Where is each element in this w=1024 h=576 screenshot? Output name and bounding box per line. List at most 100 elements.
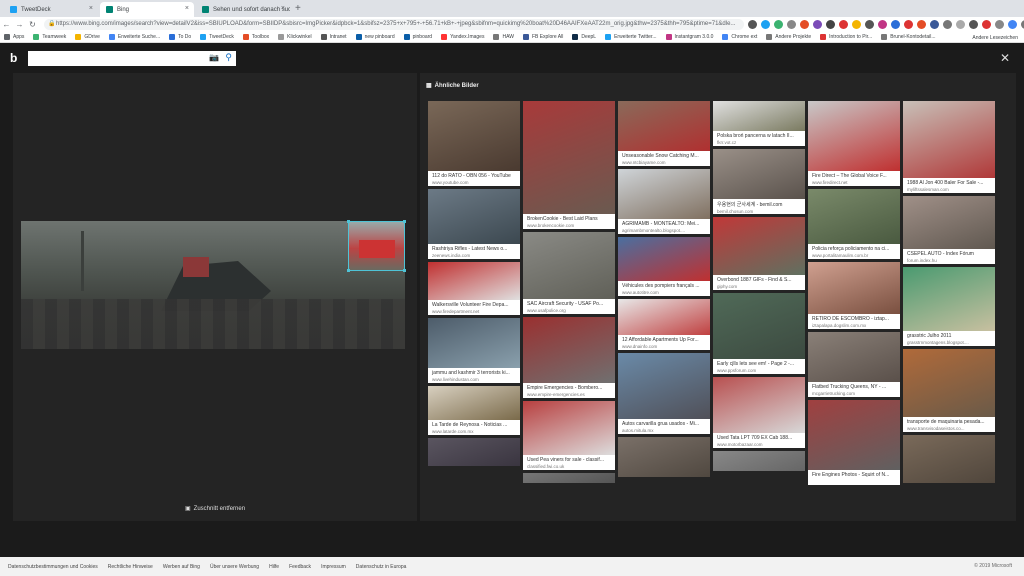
similar-image-thumbnail[interactable] [523, 232, 615, 299]
similar-image-thumbnail[interactable] [428, 438, 520, 466]
similar-image-caption[interactable]: Unseasonable Snow Catching M... [618, 151, 710, 159]
similar-image-caption[interactable]: AGRIMAMB - MONTEALTO: Mei... [618, 219, 710, 227]
similar-image-caption[interactable]: RETIRO DE ESCOMBRO - iztap... [808, 314, 900, 322]
extension-icon[interactable] [839, 20, 848, 29]
similar-image-card[interactable]: SAC Aircraft Security - USAF Po... www.us… [523, 232, 615, 314]
similar-image-card[interactable]: La Tarde de Reynosa - Noticias ... www.la… [428, 386, 520, 435]
similar-image-caption[interactable]: Empire Emergencies - Bombero... [523, 383, 615, 391]
bookmark-item[interactable]: Apps [4, 34, 24, 40]
reload-icon[interactable]: ↻ [26, 20, 39, 29]
bookmark-item[interactable]: Intranet [320, 34, 347, 40]
similar-image-caption[interactable]: Fire Direct – The Global Voice F... [808, 171, 900, 179]
similar-image-thumbnail[interactable] [808, 332, 900, 382]
similar-image-source[interactable]: zeenews.india.com [428, 252, 520, 258]
tab-close-icon[interactable]: × [281, 5, 285, 12]
similar-image-thumbnail[interactable] [903, 349, 995, 417]
extension-icon[interactable] [969, 20, 978, 29]
similar-image-thumbnail[interactable] [428, 101, 520, 171]
similar-image-caption[interactable]: Autos carvarilla grua usados - Mi... [618, 419, 710, 427]
similar-image-card[interactable]: Used Pea viners for sale - classif... cla… [523, 401, 615, 470]
similar-image-thumbnail[interactable] [428, 386, 520, 420]
extension-icon[interactable] [878, 20, 887, 29]
similar-image-source[interactable]: grasstrnmontagens.blogspot.... [903, 339, 995, 345]
similar-image-thumbnail[interactable] [903, 435, 995, 483]
bookmark-item[interactable]: Klickwinkel [278, 34, 312, 40]
similar-image-caption[interactable]: 12 Affordable Apartments Up For... [618, 335, 710, 343]
similar-image-thumbnail[interactable] [618, 169, 710, 219]
similar-image-source[interactable]: www.ntcbiayame.com [618, 159, 710, 165]
similar-image-card[interactable]: Early cjlls lets see em! - Page 2 -... ww… [713, 293, 805, 374]
crop-handle[interactable] [347, 269, 350, 272]
similar-image-card[interactable] [523, 473, 615, 483]
tab-close-icon[interactable]: × [89, 5, 93, 12]
close-icon[interactable]: ✕ [1000, 51, 1010, 65]
similar-image-source[interactable]: www.empire-emergencies.es [523, 391, 615, 397]
similar-image-source[interactable]: www.autotitre.com [618, 289, 710, 295]
extension-icon[interactable] [774, 20, 783, 29]
back-icon[interactable]: ← [0, 20, 13, 29]
footer-link[interactable]: Feedback [289, 564, 311, 570]
bookmark-item[interactable]: HAW [493, 34, 514, 40]
similar-image-caption[interactable]: Rashtriya Rifles - Latest News o... [428, 244, 520, 252]
search-input[interactable]: 📷 ⚲ [28, 51, 236, 66]
similar-image-source[interactable]: www.transvisodaseistos.co... [903, 425, 995, 431]
similar-image-source[interactable]: autos.mitula.mx [618, 427, 710, 433]
bookmark-item[interactable]: Andere Projekte [766, 34, 811, 40]
similar-image-caption[interactable]: CSEPEL AUTO - Index Fórum [903, 249, 995, 257]
bookmark-item[interactable]: Chrome ext [722, 34, 757, 40]
similar-image-thumbnail[interactable] [713, 101, 805, 131]
extension-icon[interactable] [982, 20, 991, 29]
similar-image-thumbnail[interactable] [808, 189, 900, 244]
similar-image-caption[interactable]: Fire Engines Photos - Squirt of N... [808, 470, 900, 478]
similar-image-caption[interactable]: Used Pea viners for sale - classif... [523, 455, 615, 463]
similar-image-caption[interactable]: Véhicules des pompiers françals ... [618, 281, 710, 289]
similar-image-source[interactable]: www.usafpolice.org [523, 307, 615, 313]
similar-image-card[interactable]: CSEPEL AUTO - Index Fórum forum.index.hu [903, 196, 995, 264]
similar-image-thumbnail[interactable] [618, 299, 710, 335]
bookmark-item[interactable]: Teamweek [33, 34, 66, 40]
bing-logo[interactable]: b [10, 51, 17, 65]
browser-tab[interactable]: Sehen und sofort danach suche...× [196, 2, 290, 17]
similar-image-caption[interactable]: 우용현의 군사세계 - bemil.com [713, 199, 805, 208]
similar-image-caption[interactable]: 112 do RATO - OBN 056 - YouTube [428, 171, 520, 179]
similar-image-thumbnail[interactable] [713, 451, 805, 471]
footer-link[interactable]: Rechtliche Hinweise [108, 564, 153, 570]
crop-selection[interactable] [347, 220, 406, 272]
similar-image-thumbnail[interactable] [903, 196, 995, 249]
similar-image-source[interactable]: www.brokencookie.com [523, 222, 615, 228]
extension-icon[interactable] [956, 20, 965, 29]
similar-image-source[interactable]: bemil.chosun.com [713, 208, 805, 214]
similar-image-source[interactable]: fkrr.vot.cz [713, 139, 805, 145]
search-icon[interactable]: ⚲ [225, 52, 232, 63]
extension-icon[interactable] [826, 20, 835, 29]
bookmark-other[interactable]: Andere Lesezeichen [972, 35, 1018, 41]
forward-icon[interactable]: → [13, 20, 26, 29]
similar-image-source[interactable]: www.firedirect.net [808, 179, 900, 185]
extension-icon[interactable] [1008, 20, 1017, 29]
similar-image-thumbnail[interactable] [523, 317, 615, 383]
similar-image-caption[interactable]: Used Tata LPT 709 EX Cab 188... [713, 433, 805, 441]
footer-link[interactable]: Datenschutzbestimmungen und Cookies [8, 564, 98, 570]
similar-image-caption[interactable]: transporte de maquinaria pesada... [903, 417, 995, 425]
similar-image-card[interactable]: 우용현의 군사세계 - bemil.com bemil.chosun.com [713, 149, 805, 214]
browser-tab[interactable]: TweetDeck × [4, 2, 98, 17]
bookmark-item[interactable]: Toolbox [242, 34, 269, 40]
bookmark-item[interactable]: Yandex.Images [441, 34, 484, 40]
address-bar[interactable]: 🔒 https://www.bing.com/images/search?vie… [44, 19, 744, 30]
similar-image-caption[interactable]: 1988 Al Jon 400 Baler For Sale -... [903, 178, 995, 186]
similar-image-card[interactable]: Walkersville Volunteer Fire Depa... www.f… [428, 262, 520, 315]
extension-icon[interactable] [813, 20, 822, 29]
extension-icon[interactable] [904, 20, 913, 29]
similar-image-card[interactable] [903, 435, 995, 483]
similar-image-thumbnail[interactable] [523, 401, 615, 455]
similar-image-card[interactable]: 1988 Al Jon 400 Baler For Sale -... mylif… [903, 101, 995, 193]
similar-image-card[interactable]: Rashtriya Rifles - Latest News o... zeene… [428, 189, 520, 259]
similar-image-card[interactable]: 112 do RATO - OBN 056 - YouTube www.youtu… [428, 101, 520, 186]
extension-icon[interactable] [761, 20, 770, 29]
extension-icon[interactable] [865, 20, 874, 29]
similar-image-caption[interactable]: grasstric Julho 2011 [903, 331, 995, 339]
similar-image-thumbnail[interactable] [713, 377, 805, 433]
similar-image-source[interactable]: classified.fwi.co.uk [523, 463, 615, 469]
similar-image-card[interactable] [713, 451, 805, 471]
similar-image-card[interactable]: Empire Emergencies - Bombero... www.empir… [523, 317, 615, 398]
